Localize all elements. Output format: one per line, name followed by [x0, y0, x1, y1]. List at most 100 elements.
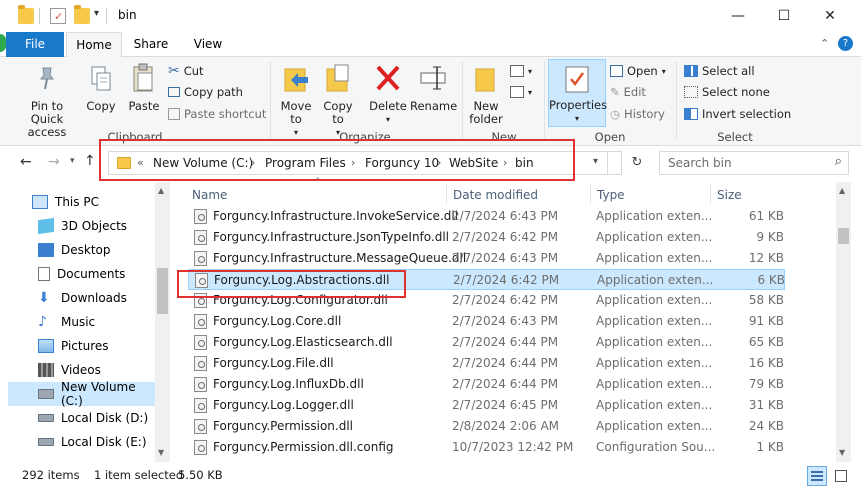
maximize-button[interactable]: ☐ — [761, 0, 807, 32]
divider[interactable] — [710, 184, 711, 204]
customize-quick-access-icon[interactable]: ▾ — [94, 8, 99, 19]
copy-label: Copy — [86, 99, 116, 113]
file-name: Forguncy.Log.InfluxDb.dll — [213, 377, 364, 391]
history-button[interactable]: ◷ History — [610, 105, 665, 123]
column-header-date[interactable]: Date modified — [453, 188, 538, 202]
nav-item-this-pc[interactable]: This PC — [8, 190, 156, 214]
table-row[interactable]: Forguncy.Log.Elasticsearch.dll 2/7/2024 6… — [188, 332, 785, 353]
large-icons-view-icon[interactable] — [831, 466, 851, 486]
nav-item-new-volume-c[interactable]: New Volume (C:) — [8, 380, 156, 408]
nav-item-music[interactable]: ♪ Music — [8, 310, 156, 334]
select-none-button[interactable]: Select none — [684, 83, 770, 101]
help-icon[interactable]: ? — [838, 36, 853, 51]
tab-file[interactable]: File — [6, 32, 64, 57]
tab-share[interactable]: Share — [127, 32, 175, 57]
nav-item-documents[interactable]: Documents — [8, 262, 156, 286]
nav-item-videos[interactable]: Videos — [8, 358, 156, 382]
scrollbar-thumb[interactable] — [838, 228, 849, 244]
details-view-icon[interactable] — [807, 466, 827, 486]
nav-item-pictures[interactable]: Pictures — [8, 334, 156, 358]
file-size: 6 KB — [757, 273, 785, 287]
tab-home[interactable]: Home — [66, 32, 122, 58]
ribbon-tabs: File Home Share View ⌃ ? — [0, 32, 861, 58]
table-row[interactable]: Forguncy.Infrastructure.JsonTypeInfo.dll… — [188, 227, 785, 248]
column-header-type[interactable]: Type — [597, 188, 625, 202]
paste-shortcut-label: Paste shortcut — [184, 107, 267, 121]
select-all-button[interactable]: Select all — [684, 62, 755, 80]
cut-button[interactable]: ✂ Cut — [168, 62, 204, 80]
file-name: Forguncy.Log.Elasticsearch.dll — [213, 335, 393, 349]
forward-arrow-icon[interactable]: → — [48, 154, 60, 170]
edit-button[interactable]: ✎ Edit — [610, 83, 646, 101]
nav-item-local-disk-e[interactable]: Local Disk (E:) — [8, 430, 156, 454]
paste-button[interactable]: Paste — [126, 63, 162, 113]
column-header-name[interactable]: Name — [192, 188, 227, 202]
minimize-button[interactable]: — — [715, 0, 761, 32]
new-folder-button[interactable]: New folder — [466, 63, 506, 126]
file-date: 10/7/2023 12:42 PM — [452, 440, 574, 454]
nav-item-desktop[interactable]: Desktop — [8, 238, 156, 262]
desktop-icon — [38, 243, 54, 257]
copy-to-label: Copy to — [323, 99, 353, 126]
list-scrollbar[interactable]: ▲ ▼ — [836, 182, 851, 462]
scroll-up-icon[interactable]: ▲ — [158, 186, 164, 195]
nav-item-3d-objects[interactable]: 3D Objects — [8, 214, 156, 238]
delete-button[interactable]: Delete ▾ — [368, 63, 408, 126]
ribbon: Pin to Quick access Copy Paste ✂ Cut Cop… — [0, 57, 861, 146]
paste-shortcut-button[interactable]: Paste shortcut — [168, 105, 266, 123]
edit-icon: ✎ — [610, 85, 620, 99]
move-to-button[interactable]: Move to ▾ — [278, 63, 314, 139]
nav-item-label: 3D Objects — [61, 219, 128, 233]
copy-path-button[interactable]: Copy path — [168, 83, 243, 101]
copy-icon — [90, 65, 112, 93]
nav-scrollbar[interactable]: ▲ ▼ — [155, 182, 170, 462]
collapse-ribbon-icon[interactable]: ⌃ — [820, 37, 829, 50]
tab-view[interactable]: View — [183, 32, 233, 57]
divider[interactable] — [446, 184, 447, 204]
properties-button[interactable]: Properties ▾ — [548, 59, 607, 127]
copy-button[interactable]: Copy — [84, 65, 118, 113]
column-header-size[interactable]: Size — [717, 188, 742, 202]
back-arrow-icon[interactable]: ← — [20, 154, 32, 170]
nav-item-label: Documents — [57, 267, 126, 281]
invert-selection-button[interactable]: Invert selection — [684, 105, 791, 123]
close-button[interactable]: ✕ — [807, 0, 853, 32]
file-type: Application exten... — [597, 273, 714, 287]
table-row[interactable]: Forguncy.Log.Core.dll 2/7/2024 6:43 PM App… — [188, 311, 785, 332]
easy-access-button[interactable]: ▾ — [510, 83, 532, 101]
recent-locations-icon[interactable]: ▾ — [70, 156, 75, 166]
scrollbar-thumb[interactable] — [157, 268, 168, 314]
nav-item-downloads[interactable]: ⬇ Downloads — [8, 286, 156, 310]
divider — [607, 152, 608, 174]
paste-label: Paste — [128, 99, 160, 113]
group-label-select: Select — [717, 130, 753, 144]
rename-button[interactable]: Rename — [410, 63, 457, 113]
pin-to-quick-access-button[interactable]: Pin to Quick access — [14, 65, 80, 139]
refresh-icon[interactable]: ↻ — [626, 152, 648, 174]
open-button[interactable]: Open ▾ — [610, 62, 666, 80]
table-row[interactable]: Forguncy.Permission.dll.config 10/7/2023 … — [188, 437, 785, 458]
table-row[interactable]: Forguncy.Log.File.dll 2/7/2024 6:44 PM App… — [188, 353, 785, 374]
nav-item-local-disk-d[interactable]: Local Disk (D:) — [8, 406, 156, 430]
table-row[interactable]: Forguncy.Log.Logger.dll 2/7/2024 6:45 PM A… — [188, 395, 785, 416]
file-date: 2/7/2024 6:44 PM — [452, 356, 559, 370]
scroll-up-icon[interactable]: ▲ — [839, 186, 845, 195]
table-row[interactable]: Forguncy.Infrastructure.InvokeService.dl… — [188, 206, 785, 227]
open-label: Open — [627, 64, 658, 78]
divider[interactable] — [590, 184, 591, 204]
nav-item-label: Downloads — [61, 291, 127, 305]
file-date: 2/7/2024 6:42 PM — [452, 293, 559, 307]
properties-quick-icon[interactable]: ✓ — [50, 8, 66, 24]
up-arrow-icon[interactable]: ↑ — [84, 153, 96, 169]
new-item-button[interactable]: ▾ — [510, 62, 532, 80]
new-folder-quick-icon[interactable] — [74, 5, 90, 24]
pin-icon — [36, 65, 58, 91]
table-row[interactable]: Forguncy.Infrastructure.MessageQueue.dll… — [188, 248, 785, 269]
scroll-down-icon[interactable]: ▼ — [158, 448, 164, 457]
copy-to-button[interactable]: Copy to ▾ — [320, 63, 356, 139]
scroll-down-icon[interactable]: ▼ — [839, 448, 845, 457]
address-dropdown-icon[interactable]: ▾ — [593, 156, 598, 167]
search-input[interactable]: Search bin ⌕ — [659, 151, 849, 175]
table-row[interactable]: Forguncy.Log.InfluxDb.dll 2/7/2024 6:44 P… — [188, 374, 785, 395]
table-row[interactable]: Forguncy.Permission.dll 2/8/2024 2:06 AM A… — [188, 416, 785, 437]
